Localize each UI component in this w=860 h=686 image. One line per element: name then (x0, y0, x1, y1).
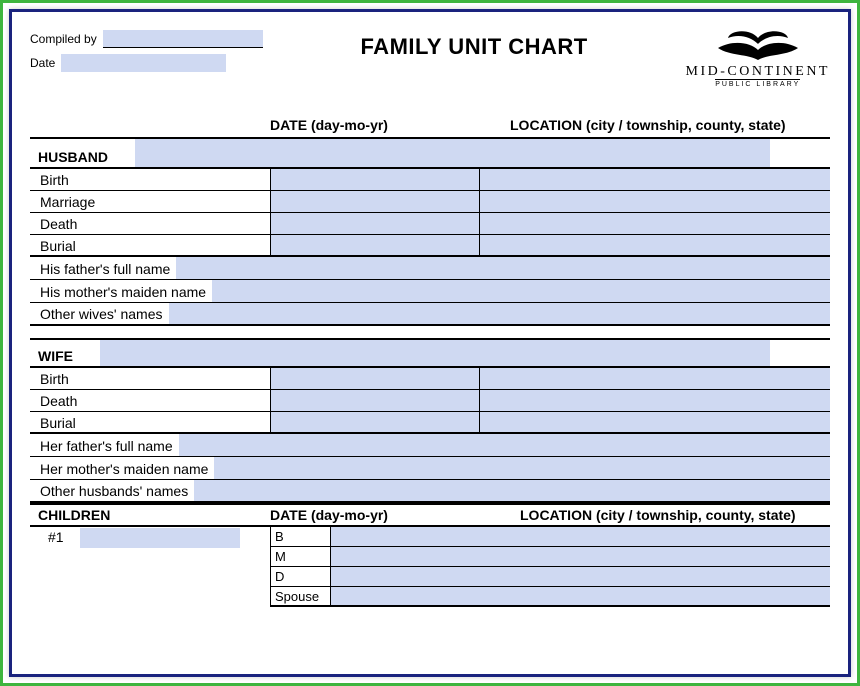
wife-burial-label: Burial (30, 412, 270, 432)
child-1-death-location[interactable] (502, 567, 830, 586)
child-1-birth-row: B (270, 527, 830, 547)
husband-birth-location[interactable] (480, 169, 830, 190)
husband-marriage-row: Marriage (30, 191, 830, 213)
husband-marriage-location[interactable] (480, 191, 830, 212)
husband-mother-label: His mother's maiden name (30, 280, 208, 302)
child-1-birth-date[interactable] (330, 527, 502, 546)
wife-other-husbands-row: Other husbands' names (30, 480, 830, 503)
husband-death-location[interactable] (480, 213, 830, 234)
library-logo: MID-CONTINENT PUBLIC LIBRARY (686, 30, 830, 89)
wife-label: WIFE (30, 340, 100, 366)
husband-other-wives-row: Other wives' names (30, 303, 830, 326)
wife-father-row: Her father's full name (30, 434, 830, 457)
husband-marriage-label: Marriage (30, 191, 270, 212)
outer-frame: Compiled by Date FAMILY UNIT CHART MID-C… (0, 0, 860, 686)
date-field[interactable] (61, 54, 226, 72)
wife-father-field[interactable] (179, 434, 830, 456)
child-1-marriage-row: M (270, 547, 830, 567)
husband-birth-row: Birth (30, 169, 830, 191)
compiled-block: Compiled by Date (30, 30, 263, 78)
child-1-death-date[interactable] (330, 567, 502, 586)
child-1-marriage-date[interactable] (330, 547, 502, 566)
husband-name-field[interactable] (135, 139, 770, 167)
wife-name-field[interactable] (100, 340, 770, 366)
child-1-marriage-label: M (270, 547, 330, 566)
husband-father-row: His father's full name (30, 257, 830, 280)
children-location-header: LOCATION (city / township, county, state… (500, 507, 830, 523)
wife-birth-row: Birth (30, 368, 830, 390)
husband-burial-date[interactable] (270, 235, 480, 255)
husband-death-label: Death (30, 213, 270, 234)
wife-birth-label: Birth (30, 368, 270, 389)
children-headers: CHILDREN DATE (day-mo-yr) LOCATION (city… (30, 503, 830, 527)
wife-death-row: Death (30, 390, 830, 412)
husband-burial-location[interactable] (480, 235, 830, 255)
date-label: Date (30, 56, 55, 70)
logo-main-text: MID-CONTINENT (686, 64, 830, 79)
child-1-marriage-location[interactable] (502, 547, 830, 566)
husband-death-date[interactable] (270, 213, 480, 234)
child-1-spouse-field[interactable] (330, 587, 830, 605)
husband-birth-date[interactable] (270, 169, 480, 190)
wife-death-location[interactable] (480, 390, 830, 411)
husband-death-row: Death (30, 213, 830, 235)
husband-section-header: HUSBAND (30, 139, 830, 169)
husband-label: HUSBAND (30, 139, 135, 167)
husband-burial-row: Burial (30, 235, 830, 257)
wife-section-header: WIFE (30, 338, 830, 368)
child-1-number: #1 (30, 527, 80, 607)
child-1-death-row: D (270, 567, 830, 587)
child-1-block: #1 B M D (30, 527, 830, 607)
child-1-death-label: D (270, 567, 330, 586)
husband-mother-field[interactable] (212, 280, 830, 302)
wife-father-label: Her father's full name (30, 434, 175, 456)
header: Compiled by Date FAMILY UNIT CHART MID-C… (30, 30, 830, 89)
wife-burial-location[interactable] (480, 412, 830, 432)
husband-other-wives-field[interactable] (169, 303, 831, 324)
wife-burial-row: Burial (30, 412, 830, 434)
child-1-spouse-label: Spouse (270, 587, 330, 605)
children-date-header: DATE (day-mo-yr) (270, 507, 500, 523)
compiled-by-field[interactable] (103, 30, 263, 48)
husband-mother-row: His mother's maiden name (30, 280, 830, 303)
page-title: FAMILY UNIT CHART (360, 34, 587, 60)
wife-mother-row: Her mother's maiden name (30, 457, 830, 480)
compiled-by-label: Compiled by (30, 32, 97, 46)
husband-burial-label: Burial (30, 235, 270, 255)
book-icon (710, 30, 806, 62)
child-1-name-field[interactable] (80, 528, 240, 548)
wife-birth-location[interactable] (480, 368, 830, 389)
children-label: CHILDREN (30, 507, 270, 523)
wife-burial-date[interactable] (270, 412, 480, 432)
wife-other-husbands-label: Other husbands' names (30, 480, 190, 501)
husband-other-wives-label: Other wives' names (30, 303, 165, 324)
column-headers: DATE (day-mo-yr) LOCATION (city / townsh… (30, 117, 830, 139)
date-column-header: DATE (day-mo-yr) (270, 117, 480, 133)
wife-birth-date[interactable] (270, 368, 480, 389)
wife-other-husbands-field[interactable] (194, 480, 830, 501)
wife-mother-field[interactable] (214, 457, 830, 479)
wife-death-date[interactable] (270, 390, 480, 411)
husband-birth-label: Birth (30, 169, 270, 190)
wife-mother-label: Her mother's maiden name (30, 457, 210, 479)
wife-death-label: Death (30, 390, 270, 411)
location-column-header: LOCATION (city / township, county, state… (480, 117, 830, 133)
child-1-birth-label: B (270, 527, 330, 546)
document-page: Compiled by Date FAMILY UNIT CHART MID-C… (9, 9, 851, 677)
logo-sub-text: PUBLIC LIBRARY (715, 79, 800, 89)
child-1-birth-location[interactable] (502, 527, 830, 546)
child-1-spouse-row: Spouse (270, 587, 830, 607)
husband-father-field[interactable] (176, 257, 830, 279)
husband-father-label: His father's full name (30, 257, 172, 279)
husband-marriage-date[interactable] (270, 191, 480, 212)
